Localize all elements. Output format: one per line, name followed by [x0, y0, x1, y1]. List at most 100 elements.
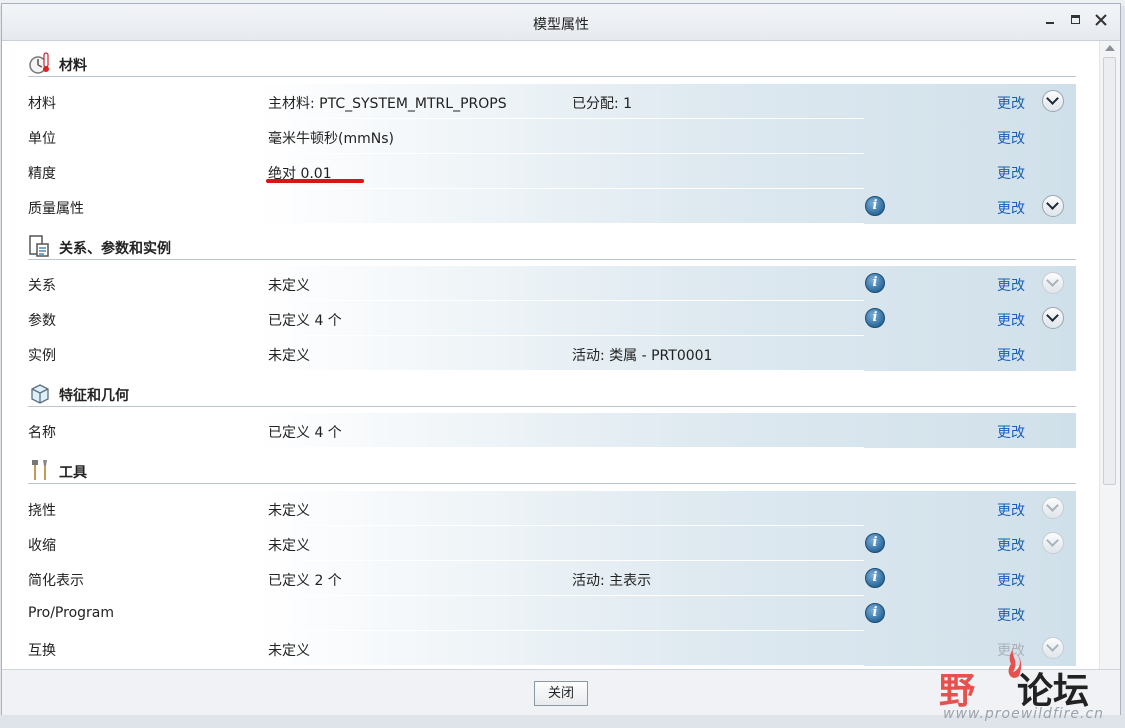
- property-row: 实例 未定义 活动: 类属 - PRT0001 更改: [28, 336, 1076, 371]
- property-value: 未定义: [268, 538, 310, 554]
- change-link[interactable]: 更改: [997, 500, 1025, 520]
- minimize-icon: [1046, 22, 1054, 24]
- section-divider: [28, 259, 1076, 260]
- close-icon: [1095, 14, 1107, 26]
- property-row: 挠性 未定义 更改: [28, 491, 1076, 526]
- property-label: 参数: [28, 313, 56, 329]
- property-value: 主材料: PTC_SYSTEM_MTRL_PROPS: [268, 96, 507, 112]
- property-row: 名称 已定义 4 个 更改: [28, 413, 1076, 448]
- change-link[interactable]: 更改: [997, 605, 1025, 625]
- material-icon: [29, 52, 49, 74]
- change-link[interactable]: 更改: [997, 275, 1025, 295]
- section-material: 材料: [28, 47, 1076, 77]
- change-link[interactable]: 更改: [997, 535, 1025, 555]
- section-tools: 工具: [28, 454, 1076, 484]
- property-value: 毫米牛顿秒(mmNs): [268, 131, 394, 147]
- info-icon[interactable]: i: [865, 533, 885, 553]
- property-label: 挠性: [28, 503, 56, 519]
- property-label: 质量属性: [28, 201, 84, 217]
- property-label: 名称: [28, 425, 56, 441]
- feature-cube-icon: [31, 384, 49, 404]
- chevron-down-icon: [1046, 499, 1059, 512]
- chevron-down-icon: [1046, 92, 1059, 105]
- property-value: 未定义: [268, 643, 310, 659]
- info-icon[interactable]: i: [865, 308, 885, 328]
- property-label: Pro/Program: [28, 605, 114, 621]
- property-value: 已定义 4 个: [268, 313, 342, 329]
- info-icon[interactable]: i: [865, 568, 885, 588]
- property-row: 单位 毫米牛顿秒(mmNs) 更改: [28, 119, 1076, 154]
- property-value: 未定义: [268, 348, 310, 364]
- tools-icon: [32, 460, 47, 480]
- expand-button: [1042, 497, 1064, 519]
- model-properties-dialog: 模型属性 材料 关系、参数和实例 特征和几何 工具 材料 主材料: PTC_SY…: [1, 3, 1121, 715]
- maximize-button[interactable]: [1068, 12, 1084, 28]
- property-row: 简化表示 已定义 2 个 活动: 主表示 i 更改: [28, 561, 1076, 596]
- chevron-down-icon: [1046, 197, 1059, 210]
- title-bar: 模型属性: [2, 4, 1120, 41]
- property-status: 活动: 类属 - PRT0001: [572, 348, 713, 364]
- change-link[interactable]: 更改: [997, 345, 1025, 365]
- property-label: 简化表示: [28, 573, 84, 589]
- close-button[interactable]: 关闭: [534, 681, 588, 706]
- property-row: 关系 未定义 i 更改: [28, 266, 1076, 301]
- chevron-down-icon: [1046, 309, 1059, 322]
- change-link[interactable]: 更改: [997, 163, 1025, 183]
- section-title: 工具: [59, 465, 87, 481]
- info-icon[interactable]: i: [865, 603, 885, 623]
- property-value: 未定义: [268, 503, 310, 519]
- vertical-scrollbar[interactable]: [1099, 41, 1120, 669]
- info-icon[interactable]: i: [865, 273, 885, 293]
- property-row: Pro/Program i 更改: [28, 596, 1076, 631]
- chevron-down-icon: [1046, 274, 1059, 287]
- property-row: 质量属性 i 更改: [28, 189, 1076, 224]
- property-label: 精度: [28, 166, 56, 182]
- change-link[interactable]: 更改: [997, 570, 1025, 590]
- section-title: 特征和几何: [59, 388, 129, 404]
- watermark: 野 论坛 www.proewildfire.cn: [935, 640, 1115, 726]
- property-value: 未定义: [268, 278, 310, 294]
- property-value: 已定义 4 个: [268, 425, 342, 441]
- property-row: 材料 主材料: PTC_SYSTEM_MTRL_PROPS 已分配: 1 更改: [28, 84, 1076, 119]
- scroll-up-icon[interactable]: [1105, 45, 1115, 51]
- expand-button[interactable]: [1042, 307, 1064, 329]
- property-label: 材料: [28, 96, 56, 112]
- property-label: 实例: [28, 348, 56, 364]
- properties-content: 材料 关系、参数和实例 特征和几何 工具 材料 主材料: PTC_SYSTEM_…: [2, 41, 1098, 669]
- change-link[interactable]: 更改: [997, 128, 1025, 148]
- row-shade: [258, 413, 1076, 448]
- row-separator: [258, 447, 864, 448]
- section-features: 特征和几何: [28, 377, 1076, 407]
- row-shade: [258, 189, 1076, 224]
- maximize-icon: [1071, 15, 1080, 24]
- change-link[interactable]: 更改: [997, 310, 1025, 330]
- minimize-button[interactable]: [1042, 12, 1058, 28]
- property-row: 互换 未定义 更改: [28, 631, 1076, 666]
- row-shade: [258, 526, 1076, 561]
- row-separator: [258, 665, 864, 666]
- property-row: 收缩 未定义 i 更改: [28, 526, 1076, 561]
- row-shade: [258, 266, 1076, 301]
- section-title: 材料: [59, 58, 87, 74]
- change-link[interactable]: 更改: [997, 198, 1025, 218]
- info-icon[interactable]: i: [865, 196, 885, 216]
- property-value: 已定义 2 个: [268, 573, 342, 589]
- expand-button: [1042, 532, 1064, 554]
- scroll-thumb[interactable]: [1103, 57, 1116, 485]
- change-link[interactable]: 更改: [997, 422, 1025, 442]
- expand-button[interactable]: [1042, 195, 1064, 217]
- property-row: 精度 绝对 0.01 更改: [28, 154, 1076, 189]
- property-label: 关系: [28, 278, 56, 294]
- relations-icon: [29, 235, 49, 257]
- watermark-url: www.proewildfire.cn: [943, 706, 1105, 722]
- property-label: 互换: [28, 643, 56, 659]
- close-window-button[interactable]: [1093, 12, 1109, 28]
- expand-button: [1042, 272, 1064, 294]
- change-link[interactable]: 更改: [997, 93, 1025, 113]
- property-label: 单位: [28, 131, 56, 147]
- expand-button[interactable]: [1042, 90, 1064, 112]
- property-status: 已分配: 1: [572, 96, 633, 112]
- row-separator: [258, 370, 864, 371]
- section-divider: [28, 76, 1076, 77]
- section-relations: 关系、参数和实例: [28, 230, 1076, 260]
